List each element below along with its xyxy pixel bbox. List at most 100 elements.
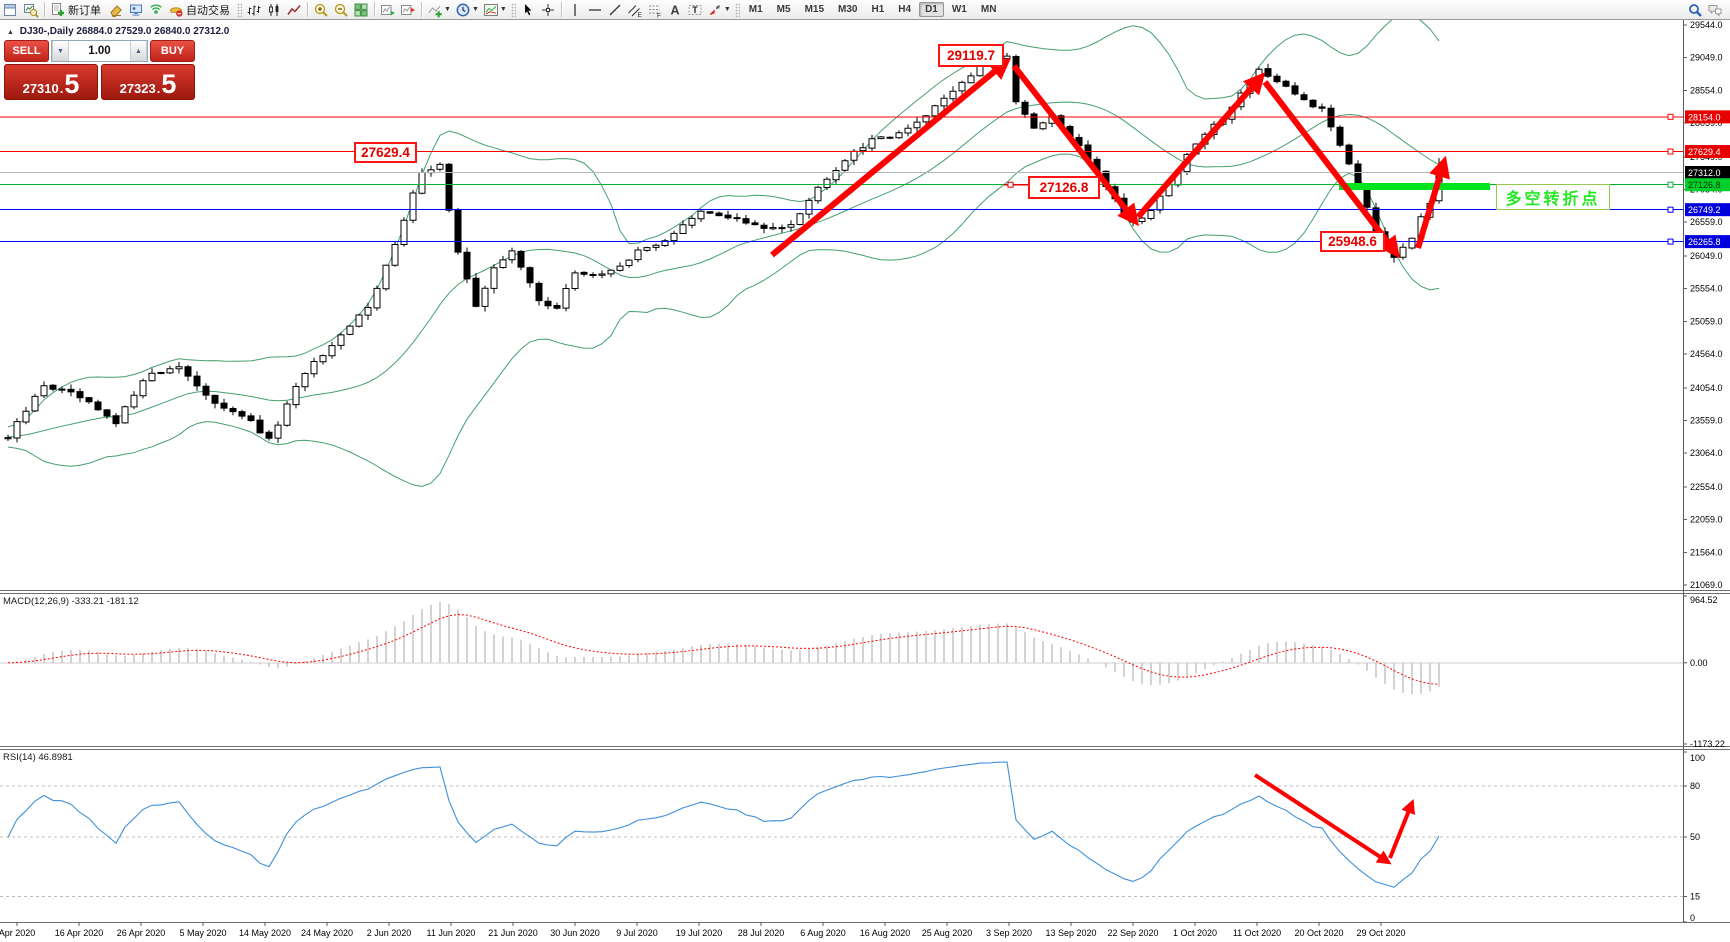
- chart-shift-icon: [400, 2, 416, 18]
- date-label: 29 Oct 2020: [1356, 928, 1405, 938]
- text-label-button[interactable]: T: [685, 1, 705, 19]
- chart-canvas[interactable]: 29544.029049.028554.028059.027549.027054…: [0, 0, 1730, 942]
- bar-chart-button[interactable]: [244, 1, 264, 19]
- price-tick-label: 24564.0: [1690, 349, 1723, 359]
- periods-button[interactable]: ▼: [453, 1, 481, 19]
- date-label: 11 Oct 2020: [1233, 928, 1281, 938]
- price-annotation[interactable]: 25948.6: [1320, 231, 1385, 252]
- new-window-icon: [3, 2, 19, 18]
- indicators-button[interactable]: ▼: [425, 1, 453, 19]
- sell-price-button[interactable]: 27310.5: [4, 64, 98, 100]
- rsi-tick-label: 80: [1690, 781, 1700, 791]
- new-order-button[interactable]: 新订单: [48, 1, 106, 19]
- new-window-button[interactable]: [1, 1, 21, 19]
- vertical-line-button[interactable]: [565, 1, 585, 19]
- one-click-trading-panel: SELL ▼ 1.00 ▲ BUY 27310.5 27323.5: [4, 40, 195, 100]
- cursor-button[interactable]: [518, 1, 538, 19]
- svg-text:E: E: [637, 12, 642, 18]
- date-label: 19 Jul 2020: [676, 928, 723, 938]
- toolbar-grip[interactable]: [237, 3, 242, 17]
- text-button[interactable]: A: [665, 1, 685, 19]
- price-annotation[interactable]: 29119.7: [938, 44, 1004, 67]
- chart-preview-button[interactable]: [21, 1, 41, 19]
- level-handle[interactable]: [1668, 114, 1673, 119]
- volume-input[interactable]: 1.00: [69, 41, 130, 61]
- level-handle[interactable]: [1668, 182, 1673, 187]
- trendline-button[interactable]: [605, 1, 625, 19]
- buy-price-button[interactable]: 27323.5: [101, 64, 195, 100]
- svg-text:A: A: [670, 3, 679, 17]
- price-annotation[interactable]: 27629.4: [354, 142, 417, 163]
- volume-box: ▼ 1.00 ▲: [51, 40, 148, 62]
- volume-increase-button[interactable]: ▲: [130, 41, 147, 61]
- macd-indicator-label: MACD(12,26,9) -333.21 -181.12: [3, 596, 139, 607]
- tf-button-MN[interactable]: MN: [975, 2, 1003, 17]
- tile-windows-button[interactable]: [351, 1, 371, 19]
- buy-button[interactable]: BUY: [150, 40, 195, 62]
- chevron-down-icon: ▼: [500, 6, 507, 13]
- rsi-tick-label: 100: [1690, 753, 1705, 763]
- tile-windows-icon: [353, 2, 369, 18]
- volume-decrease-button[interactable]: ▼: [52, 41, 69, 61]
- chart-preview-icon: [23, 2, 39, 18]
- signals-button[interactable]: [146, 1, 166, 19]
- toolbar-grip[interactable]: [511, 3, 516, 17]
- tf-button-H1[interactable]: H1: [865, 2, 890, 17]
- date-label: 26 Apr 2020: [117, 928, 166, 938]
- price-chip-label: 27312.0: [1688, 168, 1721, 178]
- level-handle[interactable]: [1668, 149, 1673, 154]
- toolbar-grip[interactable]: [735, 3, 740, 17]
- crosshair-icon: [540, 2, 556, 18]
- date-label: 2 Jun 2020: [367, 928, 412, 938]
- date-label: 13 Sep 2020: [1045, 928, 1096, 938]
- equidistant-channel-button[interactable]: E: [625, 1, 645, 19]
- chevron-down-icon: ▼: [472, 6, 479, 13]
- level-handle[interactable]: [1668, 239, 1673, 244]
- price-annotation[interactable]: 27126.8: [1028, 176, 1100, 199]
- pivot-highlight-bar[interactable]: [1339, 183, 1490, 190]
- candlestick-chart-button[interactable]: [264, 1, 284, 19]
- zoom-in-button[interactable]: [311, 1, 331, 19]
- arrow-tools-icon: [707, 2, 723, 18]
- expert-advisor-button[interactable]: [126, 1, 146, 19]
- date-label: 20 Oct 2020: [1294, 928, 1343, 938]
- tf-button-H4[interactable]: H4: [892, 2, 917, 17]
- crosshair-button[interactable]: [538, 1, 558, 19]
- level-handle[interactable]: [1668, 207, 1673, 212]
- tf-button-M5[interactable]: M5: [771, 2, 797, 17]
- date-label: 3 Sep 2020: [986, 928, 1032, 938]
- tf-button-D1[interactable]: D1: [919, 2, 944, 17]
- horizontal-line-button[interactable]: [585, 1, 605, 19]
- fibonacci-button[interactable]: F: [645, 1, 665, 19]
- ohlc-values: 26884.0 27529.0 26840.0 27312.0: [76, 26, 229, 37]
- buy-price-main: 27323: [120, 82, 156, 95]
- new-order-button-label: 新订单: [68, 2, 101, 18]
- pivot-note[interactable]: 多空转折点: [1496, 184, 1610, 210]
- toolbar-separator: [307, 2, 308, 17]
- chevron-down-icon: ▼: [724, 6, 731, 13]
- chart-ohlc-title: ▲ DJ30-,Daily 26884.0 27529.0 26840.0 27…: [7, 26, 229, 37]
- line-chart-button[interactable]: [284, 1, 304, 19]
- tf-button-M30[interactable]: M30: [832, 2, 863, 17]
- tf-button-W1[interactable]: W1: [946, 2, 973, 17]
- templates-button[interactable]: ▼: [481, 1, 509, 19]
- price-chip-label: 26749.2: [1688, 205, 1721, 215]
- svg-text:T: T: [692, 5, 698, 15]
- rsi-tick-label: 50: [1690, 832, 1700, 842]
- tf-button-M1[interactable]: M1: [743, 2, 769, 17]
- price-chip-label: 26265.8: [1688, 237, 1721, 247]
- zoom-out-button[interactable]: [331, 1, 351, 19]
- auto-trading-button[interactable]: 自动交易: [166, 1, 235, 19]
- search-button[interactable]: [1685, 1, 1705, 19]
- collapse-arrow-icon[interactable]: ▲: [7, 29, 14, 36]
- eraser-button[interactable]: [106, 1, 126, 19]
- auto-scroll-button[interactable]: [378, 1, 398, 19]
- arrow-tools-button[interactable]: ▼: [705, 1, 733, 19]
- chat-button[interactable]: [1705, 1, 1725, 19]
- tf-button-M15[interactable]: M15: [799, 2, 830, 17]
- cursor-icon: [520, 2, 536, 18]
- chart-shift-button[interactable]: [398, 1, 418, 19]
- sell-button[interactable]: SELL: [4, 40, 49, 62]
- date-label: 28 Jul 2020: [738, 928, 785, 938]
- indicators-icon: [427, 2, 443, 18]
